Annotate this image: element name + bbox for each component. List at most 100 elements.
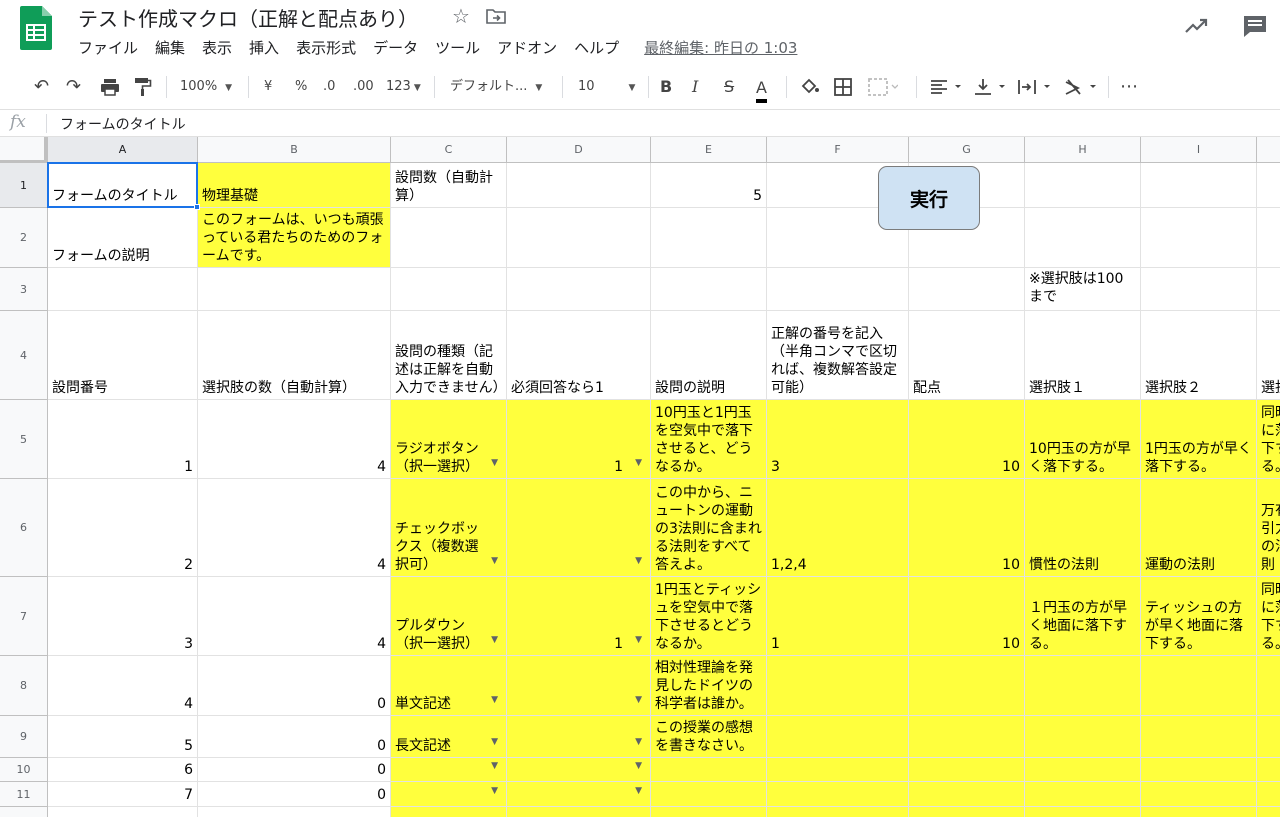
cell-b4[interactable]: 選択肢の数（自動計算）	[198, 311, 391, 400]
cell-e7[interactable]: 1円玉とティッシュを空気中で落下させるとどうなるか。	[651, 577, 767, 656]
cell-j5[interactable]: ほぼ同時に落下する。	[1257, 400, 1280, 479]
cell-c10[interactable]: ▼	[391, 758, 507, 782]
cell-c6[interactable]: チェックボックス（複数選択可） ▼	[391, 479, 507, 577]
redo-icon[interactable]: ↷	[66, 64, 81, 110]
cell-h4[interactable]: 選択肢１	[1025, 311, 1141, 400]
dropdown-arrow-icon[interactable]: ▼	[491, 812, 498, 817]
strikethrough-button[interactable]: S	[724, 64, 734, 110]
column-header-b[interactable]: B	[198, 137, 391, 163]
cell-i1[interactable]	[1141, 163, 1257, 208]
cell-g5[interactable]: 10	[909, 400, 1025, 479]
cell-g8[interactable]	[909, 656, 1025, 716]
cell-d2[interactable]	[507, 208, 651, 268]
cell-i9[interactable]	[1141, 716, 1257, 758]
cell-g3[interactable]	[909, 268, 1025, 311]
cell-d4[interactable]: 必須回答なら1	[507, 311, 651, 400]
star-icon[interactable]: ☆	[452, 4, 470, 28]
cell-i12[interactable]	[1141, 807, 1257, 817]
menu-view[interactable]: 表示	[202, 37, 232, 59]
column-header-j[interactable]	[1257, 137, 1280, 163]
cell-b11[interactable]: 0	[198, 782, 391, 807]
cell-g11[interactable]	[909, 782, 1025, 807]
cell-b6[interactable]: 4	[198, 479, 391, 577]
cell-a12[interactable]: 8	[48, 807, 198, 817]
dropdown-arrow-icon[interactable]: ▼	[635, 552, 642, 570]
text-wrapping-icon[interactable]	[1018, 78, 1054, 96]
column-header-h[interactable]: H	[1025, 137, 1141, 163]
cell-h11[interactable]	[1025, 782, 1141, 807]
cell-a10[interactable]: 6	[48, 758, 198, 782]
cell-c9[interactable]: 長文記述 ▼	[391, 716, 507, 758]
cell-d3[interactable]	[507, 268, 651, 311]
cell-g7[interactable]: 10	[909, 577, 1025, 656]
row-header-10[interactable]: 10	[0, 758, 48, 782]
cell-c3[interactable]	[391, 268, 507, 311]
row-header-7[interactable]: 7	[0, 577, 48, 656]
cell-b5[interactable]: 4	[198, 400, 391, 479]
cell-b10[interactable]: 0	[198, 758, 391, 782]
cell-e11[interactable]	[651, 782, 767, 807]
cell-f6[interactable]: 1,2,4	[767, 479, 909, 577]
trending-up-icon[interactable]	[1184, 16, 1210, 36]
cell-e8[interactable]: 相対性理論を発見したドイツの科学者は誰か。	[651, 656, 767, 716]
dropdown-arrow-icon[interactable]: ▼	[635, 812, 642, 817]
cell-a11[interactable]: 7	[48, 782, 198, 807]
cell-f8[interactable]	[767, 656, 909, 716]
cell-h5[interactable]: 10円玉の方が早く落下する。	[1025, 400, 1141, 479]
dropdown-arrow-icon[interactable]: ▼	[635, 454, 642, 472]
cell-f7[interactable]: 1	[767, 577, 909, 656]
cell-j4[interactable]: 選択	[1257, 311, 1280, 400]
cell-d10[interactable]: ▼	[507, 758, 651, 782]
cell-e5[interactable]: 10円玉と1円玉を空気中で落下させると、どうなるか。	[651, 400, 767, 479]
cell-h2[interactable]	[1025, 208, 1141, 268]
dropdown-arrow-icon[interactable]: ▼	[635, 691, 642, 709]
cell-a6[interactable]: 2	[48, 479, 198, 577]
cell-a9[interactable]: 5	[48, 716, 198, 758]
fill-handle[interactable]	[194, 204, 200, 210]
cell-i5[interactable]: 1円玉の方が早く落下する。	[1141, 400, 1257, 479]
more-formats-select[interactable]: 123 ▼	[386, 64, 421, 110]
cell-c8[interactable]: 単文記述 ▼	[391, 656, 507, 716]
dropdown-arrow-icon[interactable]: ▼	[491, 691, 498, 709]
cell-h12[interactable]	[1025, 807, 1141, 817]
cell-b2[interactable]: このフォームは、いつも頑張っている君たちのためのフォームです。	[198, 208, 391, 268]
cell-j12[interactable]	[1257, 807, 1280, 817]
cell-f9[interactable]	[767, 716, 909, 758]
cell-i7[interactable]: ティッシュの方が早く地面に落下する。	[1141, 577, 1257, 656]
menu-help[interactable]: ヘルプ	[574, 37, 619, 59]
row-header-11[interactable]: 11	[0, 782, 48, 807]
cell-e9[interactable]: この授業の感想を書きなさい。	[651, 716, 767, 758]
cell-e6[interactable]: この中から、ニュートンの運動の3法則に含まれる法則をすべて答えよ。	[651, 479, 767, 577]
cell-a4[interactable]: 設問番号	[48, 311, 198, 400]
column-header-d[interactable]: D	[507, 137, 651, 163]
more-options-icon[interactable]: ⋯	[1120, 64, 1138, 110]
cell-c12[interactable]: ▼	[391, 807, 507, 817]
cell-d9[interactable]: ▼	[507, 716, 651, 758]
last-edit-link[interactable]: 最終編集: 昨日の 1:03	[644, 37, 797, 59]
cell-h10[interactable]	[1025, 758, 1141, 782]
cell-d5[interactable]: 1 ▼	[507, 400, 651, 479]
column-header-e[interactable]: E	[651, 137, 767, 163]
column-header-c[interactable]: C	[391, 137, 507, 163]
cell-e2[interactable]	[651, 208, 767, 268]
undo-icon[interactable]: ↶	[34, 64, 49, 110]
cell-h8[interactable]	[1025, 656, 1141, 716]
percent-format-button[interactable]: %	[295, 64, 307, 110]
cell-i10[interactable]	[1141, 758, 1257, 782]
zoom-select[interactable]: 100% ▼	[180, 64, 232, 110]
dropdown-arrow-icon[interactable]: ▼	[491, 631, 498, 649]
cell-f3[interactable]	[767, 268, 909, 311]
cell-c2[interactable]	[391, 208, 507, 268]
fill-color-icon[interactable]	[800, 77, 820, 97]
borders-icon[interactable]	[834, 78, 852, 96]
cell-a3[interactable]	[48, 268, 198, 311]
cell-j6[interactable]: 万有引力の法則	[1257, 479, 1280, 577]
menu-format[interactable]: 表示形式	[296, 37, 356, 59]
dropdown-arrow-icon[interactable]: ▼	[491, 733, 498, 751]
menu-tools[interactable]: ツール	[435, 37, 480, 59]
cell-d11[interactable]: ▼	[507, 782, 651, 807]
row-header-3[interactable]: 3	[0, 268, 48, 311]
increase-decimal-button[interactable]: .00	[353, 64, 374, 110]
run-button[interactable]: 実行	[878, 166, 980, 230]
cell-i2[interactable]	[1141, 208, 1257, 268]
